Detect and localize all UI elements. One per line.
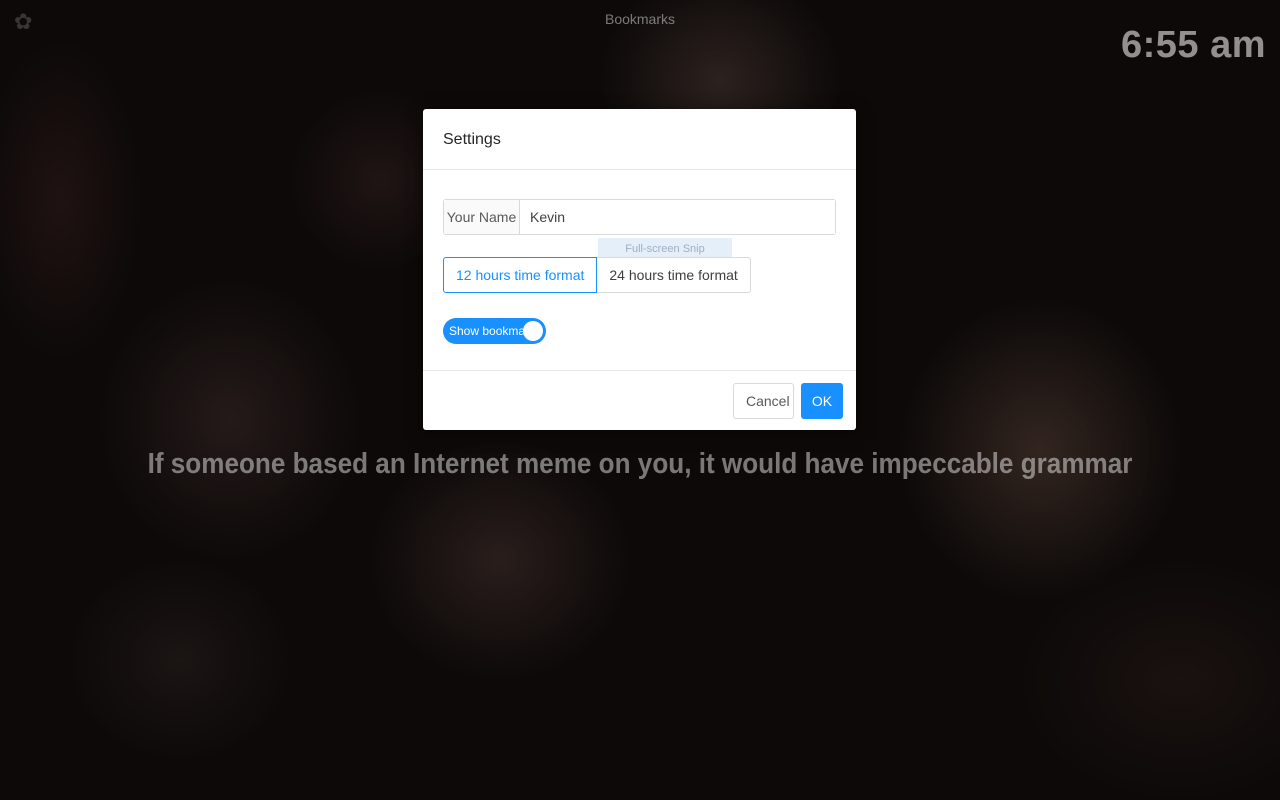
modal-footer: Cancel OK xyxy=(423,370,856,430)
name-label: Your Name xyxy=(444,200,520,234)
modal-header: Settings xyxy=(423,109,856,170)
modal-title: Settings xyxy=(443,131,501,148)
name-input[interactable] xyxy=(520,200,835,234)
quote-text: If someone based an Internet meme on you… xyxy=(147,448,1133,480)
bookmarks-link[interactable]: Bookmarks xyxy=(0,11,1280,27)
clock: 6:55 am xyxy=(1120,24,1266,66)
cancel-button[interactable]: Cancel xyxy=(733,383,794,419)
ok-button[interactable]: OK xyxy=(801,383,843,419)
name-input-group: Your Name xyxy=(443,199,836,235)
show-bookmarks-toggle[interactable]: Show bookmarks xyxy=(443,318,546,344)
settings-modal: Settings Your Name Full-screen Snip 12 h… xyxy=(423,109,856,430)
time-format-selector: 12 hours time format 24 hours time forma… xyxy=(443,257,751,293)
toggle-knob xyxy=(523,321,543,341)
time-format-12h-button[interactable]: 12 hours time format xyxy=(443,257,598,293)
time-format-24h-button[interactable]: 24 hours time format xyxy=(596,257,751,293)
